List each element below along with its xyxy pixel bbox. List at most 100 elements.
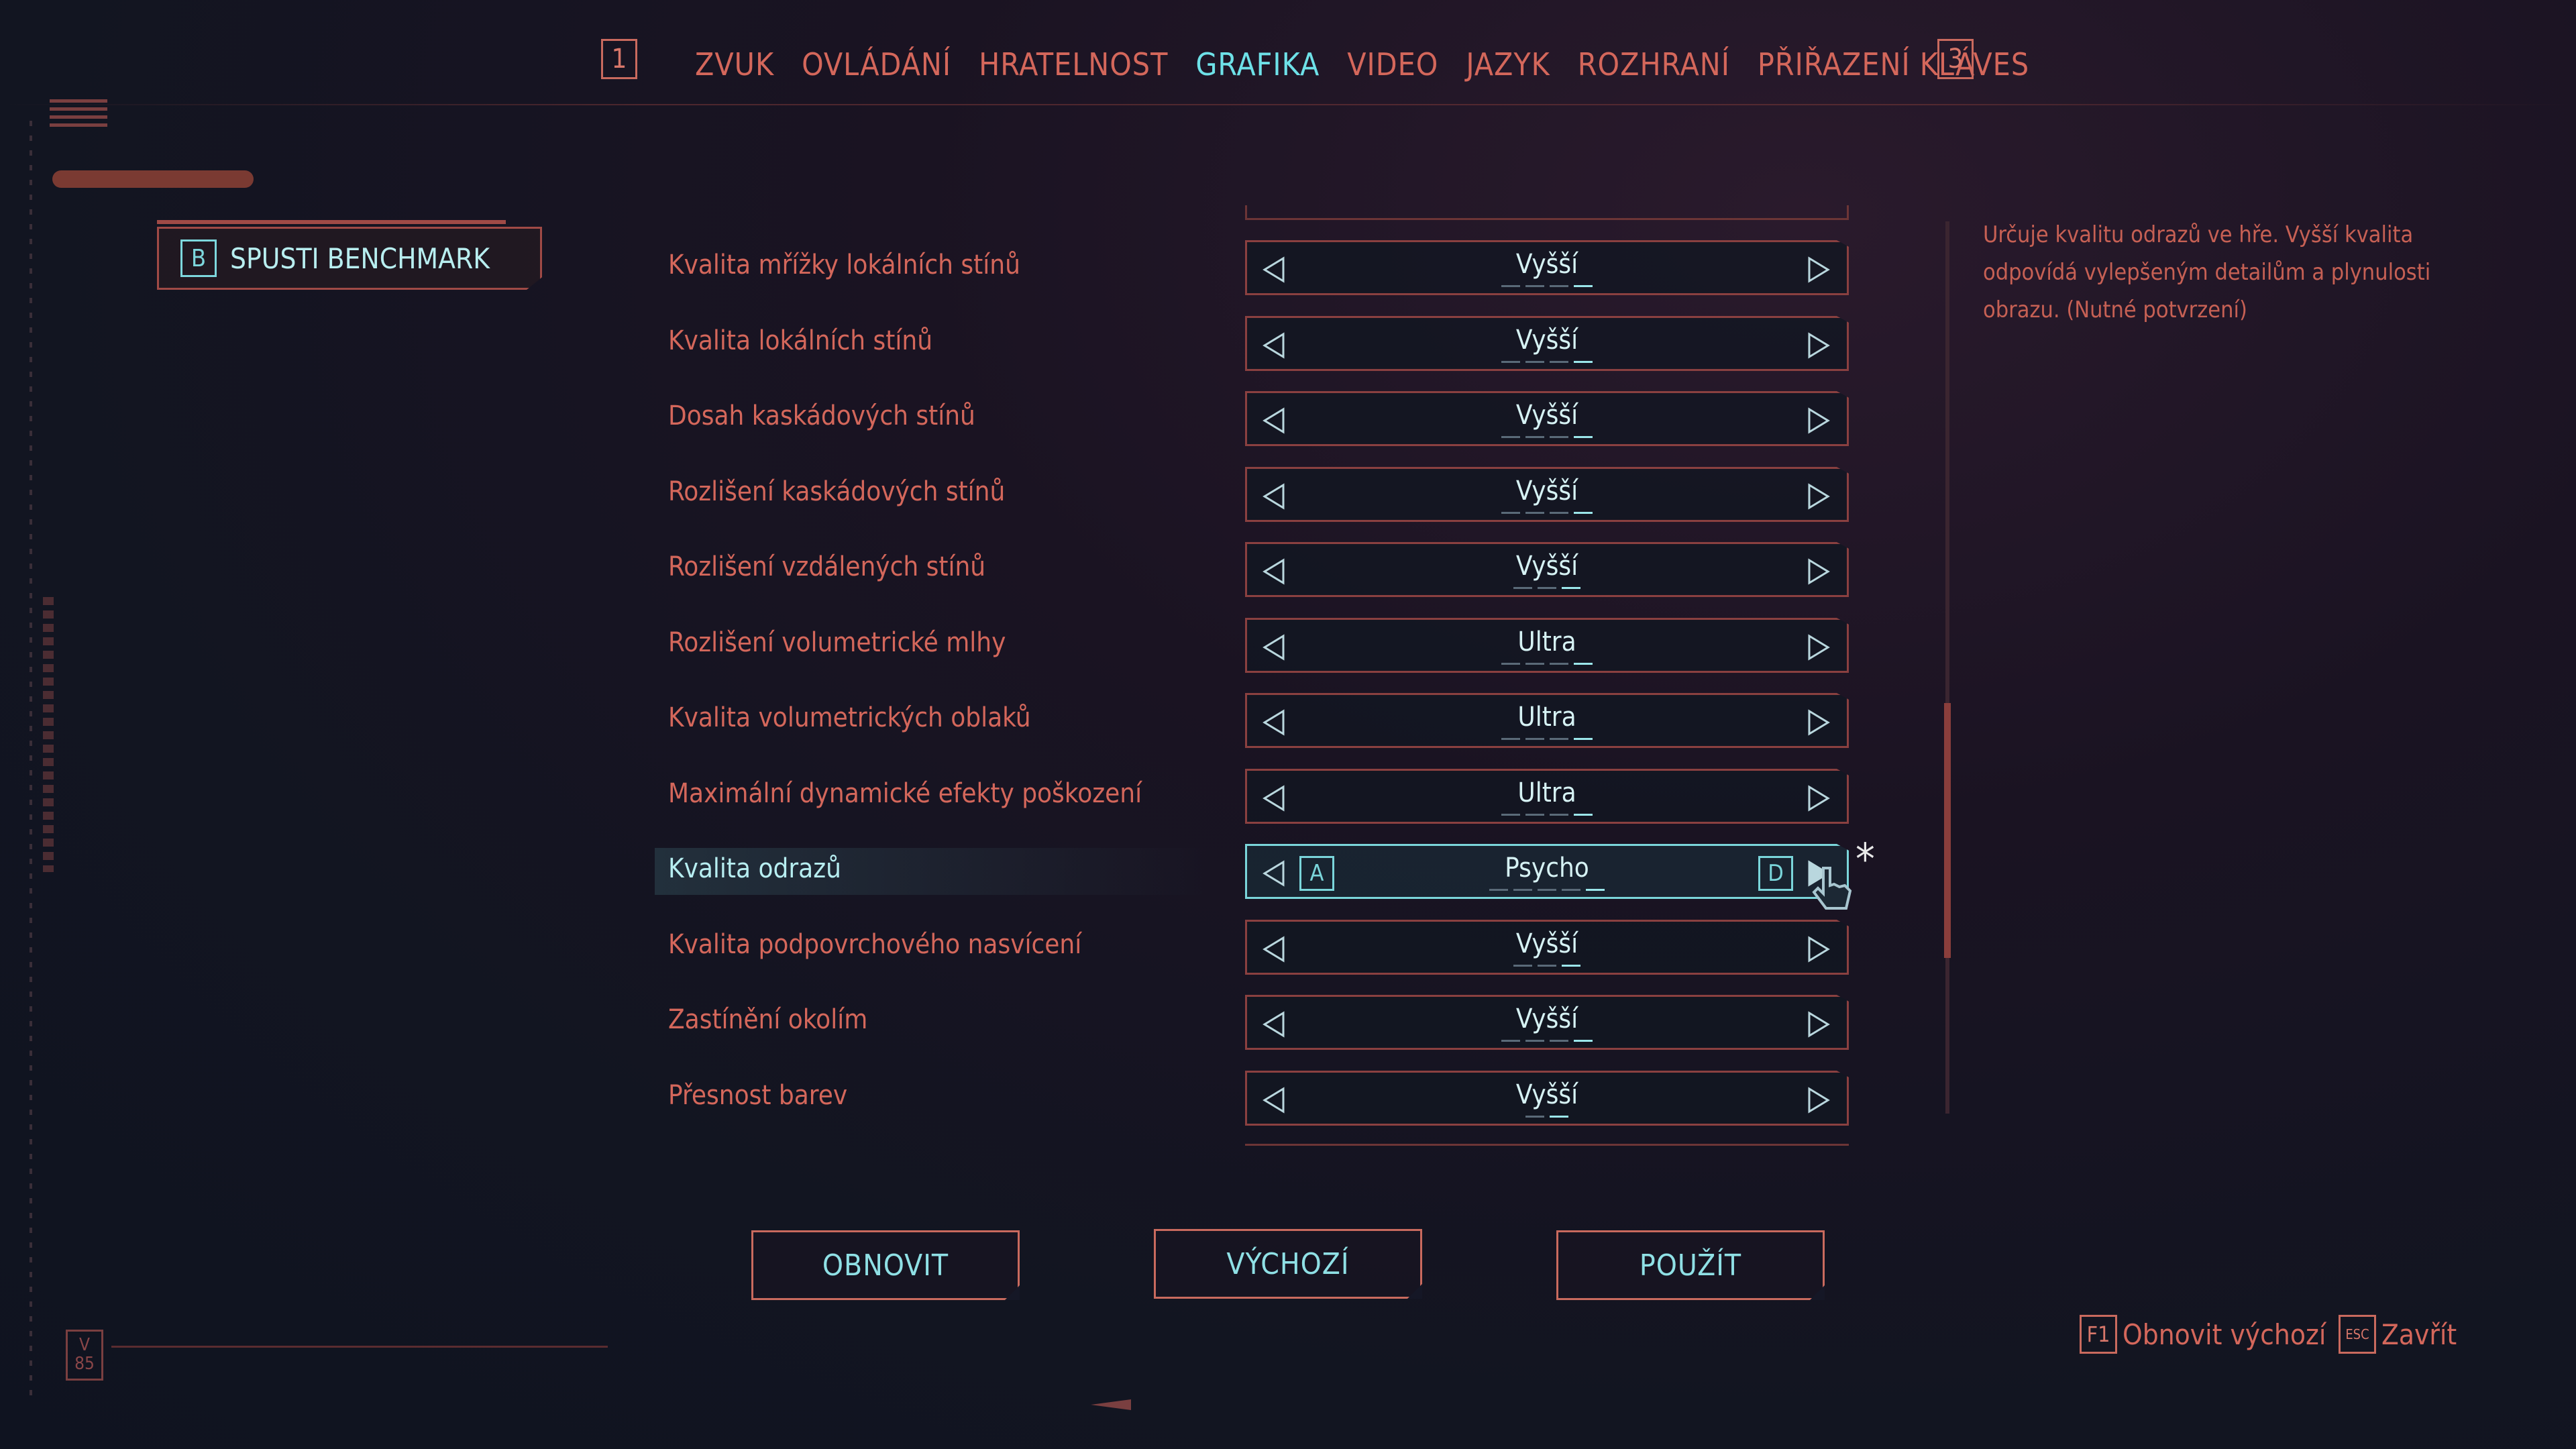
cursor-hand-icon: [1812, 867, 1852, 910]
arrow-right-icon[interactable]: [1805, 1010, 1832, 1038]
level-indicator: [1489, 889, 1605, 891]
setting-row[interactable]: Kvalita mřížky lokálních stínů Vyšší: [668, 240, 1849, 295]
setting-row[interactable]: Rozlišení volumetrické mlhy Ultra: [668, 618, 1849, 673]
setting-row[interactable]: Zastínění okolím Vyšší: [668, 995, 1849, 1050]
left-dash-strip: [30, 121, 32, 1395]
f1-key: F1: [2080, 1315, 2117, 1354]
tab-bar: ZVUK OVLÁDÁNÍ HRATELNOST GRAFIKA VIDEO JAZYK R…: [695, 38, 2029, 91]
benchmark-label: SPUSTI BENCHMARK: [230, 241, 490, 275]
pending-change-marker: *: [1856, 835, 1875, 885]
bottom-deco: [1091, 1399, 1131, 1410]
setting-selector[interactable]: Vyšší: [1245, 316, 1849, 371]
next-tab-key[interactable]: 3: [1937, 39, 1974, 79]
scrollbar-track[interactable]: [1945, 221, 1949, 1114]
setting-selector[interactable]: Vyšší: [1245, 1071, 1849, 1126]
setting-value: Vyšší: [1515, 325, 1578, 356]
arrow-right-icon[interactable]: [1805, 633, 1832, 661]
tab-video[interactable]: VIDEO: [1347, 46, 1438, 83]
setting-row[interactable]: Kvalita odrazů A Psycho D: [655, 844, 1849, 899]
arrow-right-icon[interactable]: [1805, 407, 1832, 435]
setting-row[interactable]: Dosah kaskádových stínů Vyšší: [668, 391, 1849, 446]
version-badge: V 85: [66, 1330, 103, 1381]
list-bottom-edge: [1245, 1144, 1849, 1155]
setting-label: Kvalita volumetrických oblaků: [668, 702, 1031, 733]
level-indicator: [1501, 663, 1593, 665]
setting-row[interactable]: Rozlišení vzdálených stínů Vyšší: [668, 542, 1849, 597]
tab-hratelnost[interactable]: HRATELNOST: [979, 46, 1168, 83]
scrollbar-thumb[interactable]: [1944, 703, 1951, 958]
setting-row[interactable]: Kvalita volumetrických oblaků Ultra: [668, 693, 1849, 748]
setting-selector[interactable]: Ultra: [1245, 618, 1849, 673]
restore-default-label: Obnovit výchozí: [2123, 1318, 2326, 1351]
level-indicator: [1525, 1116, 1568, 1118]
reset-button[interactable]: OBNOVIT: [751, 1230, 1020, 1300]
level-indicator: [1501, 814, 1593, 816]
setting-value: Vyšší: [1515, 1004, 1578, 1034]
key-d: D: [1758, 856, 1793, 891]
list-top-edge: [1245, 205, 1849, 220]
restore-default-hint[interactable]: F1 Obnovit výchozí: [2080, 1315, 2326, 1354]
setting-label: Rozlišení vzdálených stínů: [668, 551, 986, 582]
tab-zvuk[interactable]: ZVUK: [695, 46, 774, 83]
setting-label: Zastínění okolím: [668, 1004, 868, 1035]
setting-value: Ultra: [1517, 777, 1576, 808]
tab-grafika[interactable]: GRAFIKA: [1195, 46, 1320, 83]
arrow-right-icon[interactable]: [1805, 935, 1832, 963]
arrow-right-icon[interactable]: [1805, 557, 1832, 586]
setting-label: Rozlišení kaskádových stínů: [668, 476, 1006, 507]
vertical-deco: [43, 597, 54, 872]
benchmark-accent: [157, 220, 506, 224]
setting-selector[interactable]: A Psycho D: [1245, 844, 1849, 899]
arrow-right-icon[interactable]: [1805, 482, 1832, 511]
default-button[interactable]: VÝCHOZÍ: [1154, 1229, 1422, 1299]
status-pill: [52, 170, 254, 188]
arrow-right-icon[interactable]: [1805, 256, 1832, 284]
setting-description: Určuje kvalitu odrazů ve hře. Vyšší kval…: [1983, 221, 2431, 323]
tab-jazyk[interactable]: JAZYK: [1466, 46, 1550, 83]
level-indicator: [1513, 587, 1580, 589]
tab-rozhraní[interactable]: ROZHRANÍ: [1578, 46, 1730, 83]
setting-selector[interactable]: Vyšší: [1245, 542, 1849, 597]
setting-label: Kvalita podpovrchového nasvícení: [668, 929, 1082, 960]
arrow-right-icon[interactable]: [1805, 1086, 1832, 1114]
level-indicator: [1513, 965, 1580, 967]
setting-row[interactable]: Maximální dynamické efekty poškození Ultr…: [668, 769, 1849, 824]
setting-label: Kvalita odrazů: [668, 853, 841, 884]
setting-value: Ultra: [1517, 702, 1576, 733]
setting-value: Vyšší: [1515, 1079, 1578, 1110]
setting-row[interactable]: Přesnost barev Vyšší: [668, 1071, 1849, 1126]
arrow-right-icon[interactable]: [1805, 331, 1832, 360]
level-indicator: [1501, 285, 1593, 287]
setting-label: Maximální dynamické efekty poškození: [668, 778, 1142, 809]
setting-label: Dosah kaskádových stínů: [668, 400, 975, 431]
tab-ovládání[interactable]: OVLÁDÁNÍ: [802, 46, 951, 83]
arrow-right-icon[interactable]: [1805, 708, 1832, 737]
setting-value: Vyšší: [1515, 400, 1578, 431]
level-indicator: [1501, 361, 1593, 363]
setting-selector[interactable]: Vyšší: [1245, 995, 1849, 1050]
setting-row[interactable]: Rozlišení kaskádových stínů Vyšší: [668, 467, 1849, 522]
setting-value: Vyšší: [1515, 551, 1578, 582]
version-line: [111, 1346, 608, 1348]
prev-tab-key[interactable]: 1: [601, 39, 637, 79]
tab-přiřazení-kláves[interactable]: PŘIŘAZENÍ KLÁVES: [1758, 46, 2029, 83]
setting-label: Rozlišení volumetrické mlhy: [668, 627, 1006, 658]
apply-button[interactable]: POUŽÍT: [1556, 1230, 1825, 1300]
setting-selector[interactable]: Vyšší: [1245, 920, 1849, 975]
top-divider: [0, 104, 2576, 105]
logo-icon: [50, 99, 107, 140]
setting-selector[interactable]: Ultra: [1245, 769, 1849, 824]
setting-label: Kvalita lokálních stínů: [668, 325, 933, 356]
setting-selector[interactable]: Vyšší: [1245, 391, 1849, 446]
benchmark-key: B: [180, 239, 217, 277]
setting-value: Vyšší: [1515, 249, 1578, 280]
level-indicator: [1501, 738, 1593, 740]
benchmark-button[interactable]: B SPUSTI BENCHMARK: [157, 227, 542, 290]
setting-selector[interactable]: Ultra: [1245, 693, 1849, 748]
setting-selector[interactable]: Vyšší: [1245, 467, 1849, 522]
arrow-right-icon[interactable]: [1805, 784, 1832, 812]
setting-row[interactable]: Kvalita lokálních stínů Vyšší: [668, 316, 1849, 371]
setting-selector[interactable]: Vyšší: [1245, 240, 1849, 295]
close-hint[interactable]: ESC Zavřít: [2339, 1315, 2457, 1354]
setting-row[interactable]: Kvalita podpovrchového nasvícení Vyšší: [668, 920, 1849, 975]
